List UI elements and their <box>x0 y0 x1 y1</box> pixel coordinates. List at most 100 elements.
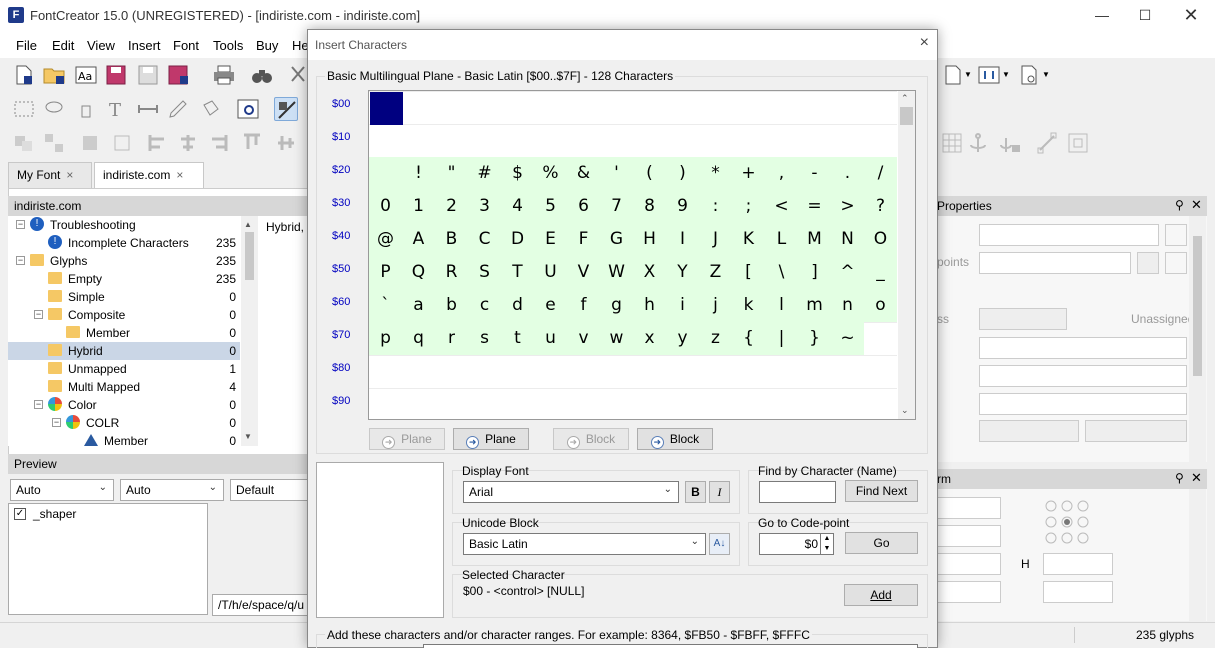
report-icon[interactable] <box>1017 63 1041 87</box>
char-cell[interactable]: N <box>831 223 864 256</box>
prev-plane-button[interactable]: ➜ Plane <box>369 428 445 450</box>
scroll-thumb[interactable] <box>900 107 913 125</box>
close-panel-icon[interactable]: ✕ <box>1191 197 1202 213</box>
char-cell[interactable]: n <box>831 289 864 322</box>
char-cell[interactable]: & <box>567 157 600 190</box>
transform-field[interactable] <box>1043 581 1113 603</box>
char-cell[interactable]: U <box>534 256 567 289</box>
align-middle-icon[interactable] <box>274 131 298 155</box>
collapse-icon[interactable]: − <box>16 256 25 265</box>
char-cell[interactable]: Z <box>699 256 732 289</box>
tree-item-color[interactable]: − Color 0 <box>8 396 240 414</box>
char-cell[interactable]: > <box>831 190 864 223</box>
class-select[interactable] <box>979 308 1067 330</box>
menu-view[interactable]: View <box>87 38 115 53</box>
char-cell[interactable]: x <box>633 322 666 355</box>
character-grid[interactable]: ! " # $% & '() * +, -./ 0 1 2 3 4 5 6 7 8 9:; < = >? @ A B C D E F G H… <box>368 90 916 420</box>
char-cell[interactable]: 2 <box>435 190 468 223</box>
tree-item-multi-mapped[interactable]: Multi Mapped 4 <box>8 378 240 396</box>
char-cell[interactable]: m <box>798 289 831 322</box>
char-cell[interactable]: s <box>468 322 501 355</box>
unicode-block-select[interactable]: Basic Latin ⌄ <box>463 533 706 555</box>
char-cell[interactable]: Q <box>402 256 435 289</box>
maximize-button[interactable]: ☐ <box>1122 0 1168 32</box>
char-cell[interactable]: j <box>699 289 732 322</box>
char-cell[interactable]: B <box>435 223 468 256</box>
menu-insert[interactable]: Insert <box>128 38 161 53</box>
tab-my-font[interactable]: My Font × <box>8 162 92 188</box>
save-all-icon[interactable] <box>166 63 190 87</box>
print-icon[interactable] <box>212 63 236 87</box>
next-block-button[interactable]: ➜ Block <box>637 428 713 450</box>
group-icon[interactable] <box>42 131 66 155</box>
property-field[interactable] <box>979 393 1187 415</box>
tree-item-incomplete[interactable]: ! Incomplete Characters 235 <box>8 234 240 252</box>
new-font-icon[interactable] <box>12 63 36 87</box>
transform-field[interactable] <box>931 497 1001 519</box>
scroll-up-icon[interactable]: ⌃ <box>901 93 909 104</box>
tree-item-unmapped[interactable]: Unmapped 1 <box>8 360 240 378</box>
tab-indiriste[interactable]: indiriste.com × <box>94 162 204 188</box>
fill-mode-icon[interactable] <box>274 97 298 121</box>
char-cell[interactable]: b <box>435 289 468 322</box>
paint-bucket-icon[interactable] <box>198 97 222 121</box>
codepoint-spinner[interactable]: ▲ ▼ <box>820 533 834 555</box>
char-cell[interactable]: @ <box>369 223 402 256</box>
char-cell[interactable]: % <box>534 157 567 190</box>
scroll-thumb[interactable] <box>1193 236 1202 376</box>
save-copy-icon[interactable] <box>136 63 160 87</box>
report-dropdown-icon[interactable]: ▼ <box>1042 70 1050 79</box>
pin-icon[interactable]: ⚲ <box>1175 471 1184 485</box>
points-field[interactable] <box>979 252 1131 274</box>
lasso-icon[interactable] <box>42 97 66 121</box>
char-cell[interactable]: # <box>468 157 501 190</box>
char-cell[interactable]: ? <box>864 190 897 223</box>
char-cell[interactable]: | <box>765 322 798 355</box>
char-cell[interactable]: c <box>468 289 501 322</box>
points-icon[interactable] <box>1137 252 1159 274</box>
align-top-icon[interactable] <box>240 131 264 155</box>
break-icon[interactable] <box>110 131 134 155</box>
char-cell[interactable]: 6 <box>567 190 600 223</box>
char-cell[interactable]: I <box>666 223 699 256</box>
char-cell[interactable]: o <box>864 289 897 322</box>
align-left-icon[interactable] <box>146 131 170 155</box>
char-cell[interactable]: p <box>369 322 402 355</box>
char-cell[interactable]: u <box>534 322 567 355</box>
char-cell[interactable]: a <box>402 289 435 322</box>
tree-item-glyphs[interactable]: − Glyphs 235 <box>8 252 240 270</box>
align-center-icon[interactable] <box>176 131 200 155</box>
char-cell[interactable]: r <box>435 322 468 355</box>
char-cell[interactable]: ] <box>798 256 831 289</box>
char-cell[interactable]: , <box>765 157 798 190</box>
char-cell[interactable]: " <box>435 157 468 190</box>
char-cell[interactable]: ` <box>369 289 402 322</box>
char-cell[interactable]: X <box>633 256 666 289</box>
tree-item-simple[interactable]: Simple 0 <box>8 288 240 306</box>
preview-select-1[interactable]: Auto ⌄ <box>10 479 114 501</box>
menu-file[interactable]: File <box>16 38 37 53</box>
char-cell[interactable] <box>369 157 402 190</box>
char-cell[interactable]: O <box>864 223 897 256</box>
char-cell[interactable]: . <box>831 157 864 190</box>
char-cell[interactable]: 1 <box>402 190 435 223</box>
char-cell[interactable]: 0 <box>369 190 402 223</box>
binoculars-icon[interactable] <box>250 63 274 87</box>
char-cell[interactable]: H <box>633 223 666 256</box>
add-button[interactable]: Add <box>844 584 918 606</box>
property-select[interactable] <box>979 420 1079 442</box>
char-cell[interactable]: 7 <box>600 190 633 223</box>
char-cell[interactable]: = <box>798 190 831 223</box>
char-cell[interactable]: ~ <box>831 322 864 355</box>
char-cell[interactable]: ; <box>732 190 765 223</box>
edit-icon[interactable] <box>1165 252 1187 274</box>
anchor-icon[interactable] <box>966 131 990 155</box>
validate-dropdown-icon[interactable]: ▼ <box>1002 70 1010 79</box>
measure-icon[interactable] <box>136 97 160 121</box>
char-cell[interactable]: } <box>798 322 831 355</box>
char-cell[interactable]: < <box>765 190 798 223</box>
collapse-icon[interactable]: − <box>16 220 25 229</box>
preview-select-2[interactable]: Auto ⌄ <box>120 479 224 501</box>
char-cell[interactable]: P <box>369 256 402 289</box>
property-field[interactable] <box>979 365 1187 387</box>
